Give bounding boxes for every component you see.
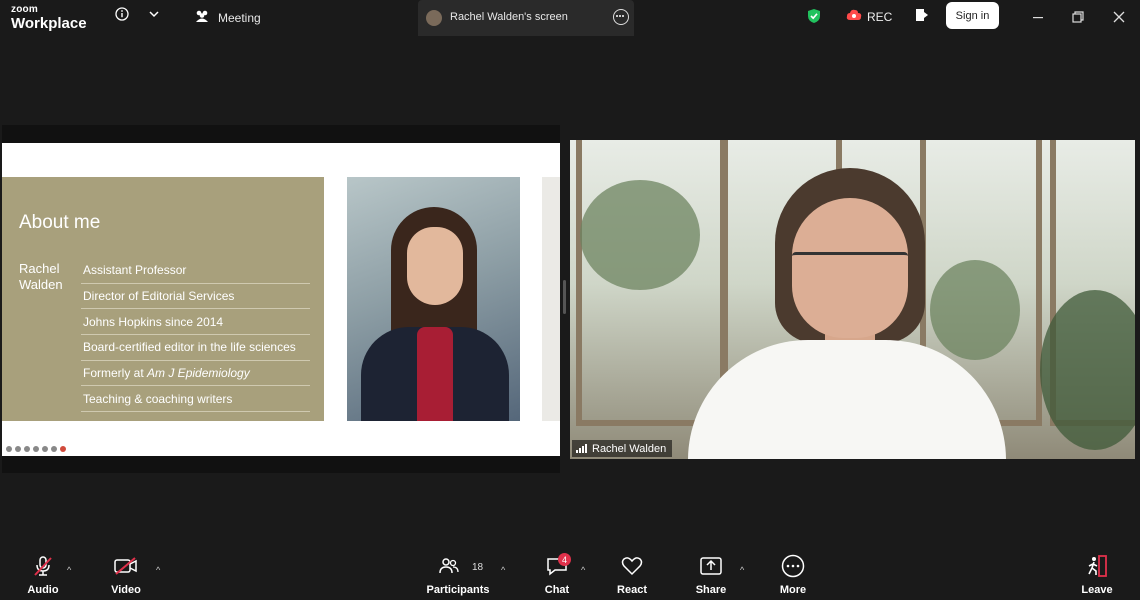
- rec-label: REC: [867, 9, 893, 24]
- chevron-down-icon[interactable]: [146, 8, 162, 20]
- meeting-controls: Audio ^ Video ^ 18 Participants ^ 4 Chat…: [0, 551, 1140, 600]
- bullet-text: Teaching & coaching writers: [83, 391, 233, 406]
- plant: [1040, 290, 1135, 450]
- participant-video[interactable]: Rachel Walden: [570, 140, 1135, 459]
- sign-in-button[interactable]: Sign in: [946, 2, 999, 29]
- chevron-up-icon[interactable]: ^: [156, 565, 160, 575]
- avatar: [426, 10, 442, 26]
- tool-icon[interactable]: [51, 446, 57, 452]
- list-item: Board-certified editor in the life scien…: [81, 335, 310, 361]
- leave-label: Leave: [1081, 584, 1113, 596]
- leave-button[interactable]: Leave: [1081, 551, 1113, 600]
- bullet-text: Formerly at: [83, 366, 148, 381]
- chevron-up-icon[interactable]: ^: [501, 565, 505, 575]
- restore-icon[interactable]: [1069, 8, 1087, 26]
- leave-icon: [1085, 551, 1109, 581]
- chat-button[interactable]: 4 Chat: [542, 551, 572, 600]
- participants-label: Participants: [426, 584, 490, 596]
- audio-label: Audio: [27, 584, 59, 596]
- glasses: [792, 252, 908, 273]
- tool-icon[interactable]: [15, 446, 21, 452]
- heart-icon: [621, 551, 643, 581]
- minimize-icon[interactable]: [1029, 8, 1047, 26]
- plant: [580, 180, 700, 290]
- list-item: Formerly at Am J Epidemiology: [81, 361, 310, 387]
- bullet-text: Johns Hopkins since 2014: [83, 314, 224, 329]
- share-icon: [700, 551, 722, 581]
- chat-label: Chat: [544, 584, 570, 596]
- presenter-name: Rachel Walden: [19, 261, 63, 292]
- tool-icon[interactable]: [42, 446, 48, 452]
- presentation-slide: About me Rachel Walden Assistant Profess…: [2, 143, 560, 456]
- more-button[interactable]: More: [778, 551, 808, 600]
- title-bar: zoom Workplace Meeting Rachel Walden's s…: [0, 0, 1140, 36]
- bullet-text: Board-certified editor in the life scien…: [83, 340, 296, 355]
- headshot-photo: [347, 177, 520, 421]
- info-icon[interactable]: [114, 6, 129, 21]
- chat-badge: 4: [558, 553, 571, 566]
- share-label: Share: [695, 584, 727, 596]
- logo-large: Workplace: [11, 15, 87, 32]
- signal-icon: [576, 444, 587, 453]
- logo-small: zoom: [11, 4, 38, 15]
- bullet-text: Assistant Professor: [83, 263, 187, 278]
- meeting-label: Meeting: [218, 10, 261, 25]
- react-label: React: [617, 584, 647, 596]
- react-button[interactable]: React: [617, 551, 647, 600]
- record-icon: [846, 9, 862, 24]
- list-item: Johns Hopkins since 2014: [81, 309, 310, 336]
- participant-name-tag: Rachel Walden: [572, 440, 673, 457]
- screen-share-tab[interactable]: Rachel Walden's screen: [418, 0, 634, 36]
- leave-share-icon[interactable]: [914, 7, 930, 23]
- next-slide-edge: [542, 177, 560, 421]
- chevron-up-icon[interactable]: ^: [67, 565, 71, 575]
- chevron-up-icon[interactable]: ^: [740, 565, 744, 575]
- participant-name: Rachel Walden: [592, 442, 667, 455]
- shield-icon[interactable]: [806, 7, 822, 25]
- audio-button[interactable]: Audio: [26, 551, 60, 600]
- slide-text-panel: About me Rachel Walden Assistant Profess…: [2, 177, 324, 421]
- chat-icon: 4: [546, 551, 571, 581]
- close-icon[interactable]: [1110, 8, 1128, 26]
- resize-handle[interactable]: [563, 280, 566, 314]
- list-item: Teaching & coaching writers: [81, 386, 310, 413]
- more-icon: [781, 551, 805, 581]
- tool-icon[interactable]: [33, 446, 39, 452]
- slide-title: About me: [19, 212, 101, 233]
- tool-icon[interactable]: [60, 446, 66, 452]
- tool-icon[interactable]: [24, 446, 30, 452]
- more-label: More: [779, 584, 807, 596]
- meeting-tab[interactable]: Meeting: [194, 9, 261, 26]
- slide-bullet-list: Assistant Professor Director of Editoria…: [81, 258, 310, 413]
- video-label: Video: [111, 584, 141, 596]
- slide-toolbar[interactable]: [6, 446, 66, 452]
- zoom-logo: zoom Workplace: [11, 4, 87, 32]
- list-item: Director of Editorial Services: [81, 284, 310, 310]
- meeting-icon: [194, 9, 210, 26]
- share-tab-label: Rachel Walden's screen: [450, 11, 568, 23]
- bullet-emphasis: Am J Epidemiology: [147, 366, 250, 381]
- more-icon[interactable]: [613, 9, 629, 25]
- plant: [930, 260, 1020, 360]
- video-off-icon: [113, 551, 139, 581]
- bullet-text: Director of Editorial Services: [83, 289, 235, 304]
- video-button[interactable]: Video: [108, 551, 144, 600]
- share-button[interactable]: Share: [696, 551, 726, 600]
- participants-button[interactable]: 18 Participants: [426, 551, 490, 600]
- muted-mic-icon: [32, 551, 54, 581]
- participants-count: 18: [472, 562, 484, 573]
- list-item: Assistant Professor: [81, 258, 310, 284]
- recording-indicator[interactable]: REC: [846, 9, 892, 24]
- chevron-up-icon[interactable]: ^: [581, 565, 585, 575]
- tool-icon[interactable]: [6, 446, 12, 452]
- participants-icon: 18: [426, 551, 490, 581]
